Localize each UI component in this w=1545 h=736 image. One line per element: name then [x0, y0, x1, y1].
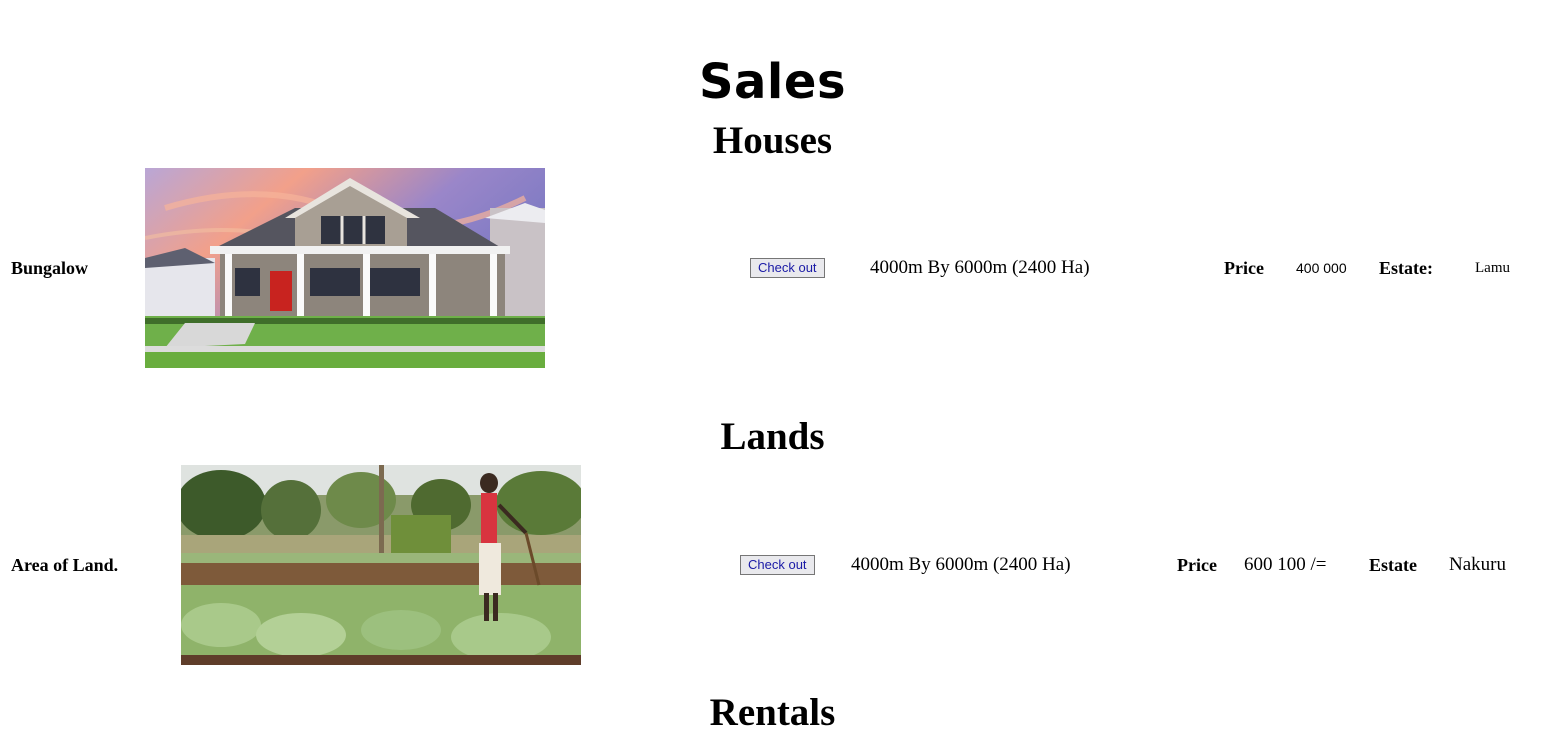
- land-estate-value: Nakuru: [1449, 554, 1506, 575]
- land-dimensions: 4000m By 6000m (2400 Ha): [851, 554, 1071, 575]
- land-photo: [181, 465, 581, 665]
- lands-heading: Lands: [720, 415, 825, 458]
- house-photo-cell: [145, 168, 545, 368]
- page-title: Sales: [698, 54, 847, 110]
- land-price-value: 600 100 /=: [1244, 554, 1327, 575]
- rentals-heading: Rentals: [709, 691, 836, 734]
- land-estate-label: Estate: [1369, 554, 1417, 575]
- land-listing-row: Area of Land. Check out 4000m By 6000m (…: [0, 465, 1545, 665]
- house-photo: [145, 168, 545, 368]
- houses-heading: Houses: [712, 119, 833, 162]
- land-checkout-cell: Check out: [740, 465, 815, 665]
- house-price-label: Price: [1224, 257, 1264, 278]
- land-photo-cell: [181, 465, 581, 665]
- house-checkout-cell: Check out: [750, 168, 825, 368]
- house-dimensions: 4000m By 6000m (2400 Ha): [870, 257, 1090, 278]
- land-price-label: Price: [1177, 554, 1217, 575]
- house-listing-row: Bungalow Check out 4000m By 6000m (2400 …: [0, 168, 1545, 368]
- land-name: Area of Land.: [11, 554, 119, 575]
- land-check-out-button[interactable]: Check out: [740, 555, 815, 575]
- house-estate-label: Estate:: [1379, 257, 1433, 278]
- house-estate-value: Lamu: [1475, 259, 1510, 276]
- house-price-value: 400 000: [1296, 260, 1347, 276]
- house-check-out-button[interactable]: Check out: [750, 258, 825, 278]
- house-name: Bungalow: [11, 257, 89, 278]
